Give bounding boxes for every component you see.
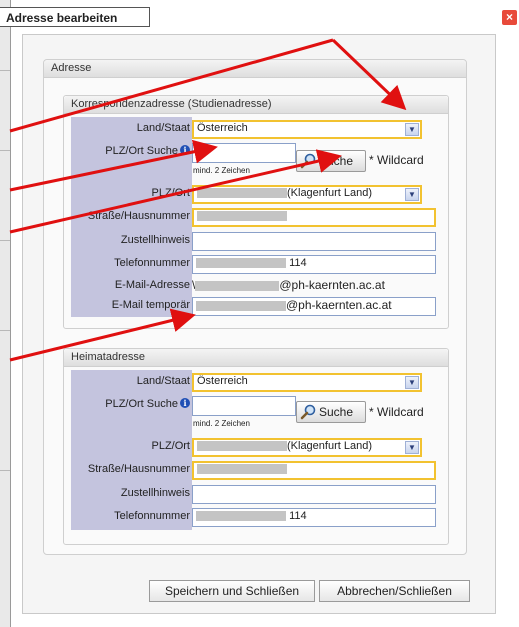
home-plz-city-value: (Klagenfurt Land) (287, 440, 372, 452)
street-input[interactable] (192, 208, 436, 227)
home-plz-search-input[interactable] (192, 396, 296, 416)
home-plz-city-select[interactable]: (Klagenfurt Land) ▼ (192, 438, 422, 457)
home-header: Heimatadresse (64, 349, 448, 367)
country-select[interactable]: Österreich ▼ (192, 120, 422, 139)
country-value: Österreich (197, 122, 248, 134)
plz-city-value: (Klagenfurt Land) (287, 187, 372, 199)
label-phone: Telefonnummer (114, 257, 190, 269)
email-temp-input[interactable]: @ph-kaernten.ac.at (192, 297, 436, 316)
home-search-button[interactable]: Suche (296, 401, 366, 423)
address-panel: Adresse Korrespondenzadresse (Studienadr… (43, 59, 467, 555)
home-delivery-note-input[interactable] (192, 485, 436, 504)
min-chars-hint: mind. 2 Zeichen (193, 166, 250, 175)
wildcard-note: * Wildcard (369, 405, 424, 419)
label-plz-search: PLZ/Ort Suche i (71, 398, 190, 410)
plz-city-select[interactable]: (Klagenfurt Land) ▼ (192, 185, 422, 204)
search-button-label: Suche (319, 154, 354, 168)
redacted-value (196, 258, 286, 269)
label-phone: Telefonnummer (114, 510, 190, 522)
home-address-panel: Heimatadresse Land/Staat Österreich ▼ PL… (63, 348, 449, 545)
background-page-strip (0, 0, 11, 627)
phone-input[interactable]: 114 (192, 255, 436, 274)
redacted-value (196, 300, 286, 311)
home-country-value: Österreich (197, 375, 248, 387)
dropdown-arrow-icon[interactable]: ▼ (405, 441, 419, 454)
redacted-value (195, 280, 280, 291)
label-delivery-note: Zustellhinweis (120, 487, 190, 499)
label-plz-city: PLZ/Ort (151, 187, 190, 199)
search-button-label: Suche (319, 405, 354, 419)
label-plz-city: PLZ/Ort (151, 440, 190, 452)
info-icon[interactable]: i (180, 145, 190, 155)
close-icon[interactable]: × (502, 10, 517, 25)
correspondence-header: Korrespondenzadresse (Studienadresse) (64, 96, 448, 114)
search-button[interactable]: Suche (296, 150, 366, 172)
redacted-value (197, 441, 287, 452)
save-and-close-button[interactable]: Speichern und Schließen (149, 580, 315, 602)
email-value: \ @ph-kaernten.ac.at (192, 278, 385, 292)
dialog-title: Adresse bearbeiten (0, 7, 150, 27)
wildcard-note: * Wildcard (369, 153, 424, 167)
dropdown-arrow-icon[interactable]: ▼ (405, 376, 419, 389)
label-street: Straße/Hausnummer (87, 210, 190, 222)
redacted-value (197, 464, 287, 475)
home-phone-input[interactable]: 114 (192, 508, 436, 527)
search-magnifier-icon (300, 153, 316, 169)
correspondence-address-panel: Korrespondenzadresse (Studienadresse) La… (63, 95, 449, 329)
cancel-and-close-button[interactable]: Abbrechen/Schließen (319, 580, 470, 602)
label-delivery-note: Zustellhinweis (120, 234, 190, 246)
dropdown-arrow-icon[interactable]: ▼ (405, 188, 419, 201)
label-plz-search: PLZ/Ort Suche i (71, 145, 190, 157)
info-icon[interactable]: i (180, 398, 190, 408)
redacted-value (197, 188, 287, 199)
search-magnifier-icon (300, 404, 316, 420)
label-street: Straße/Hausnummer (87, 463, 190, 475)
home-country-select[interactable]: Österreich ▼ (192, 373, 422, 392)
dropdown-arrow-icon[interactable]: ▼ (405, 123, 419, 136)
plz-search-input[interactable] (192, 143, 296, 163)
home-street-input[interactable] (192, 461, 436, 480)
label-email: E-Mail-Adresse (114, 279, 190, 291)
label-email-temp: E-Mail temporär (111, 299, 190, 311)
label-country: Land/Staat (136, 375, 190, 387)
address-panel-header: Adresse (44, 60, 466, 78)
redacted-value (196, 511, 286, 522)
label-country: Land/Staat (136, 122, 190, 134)
redacted-value (197, 211, 287, 222)
min-chars-hint: mind. 2 Zeichen (193, 419, 250, 428)
delivery-note-input[interactable] (192, 232, 436, 251)
edit-address-dialog: Adresse Korrespondenzadresse (Studienadr… (22, 34, 496, 614)
